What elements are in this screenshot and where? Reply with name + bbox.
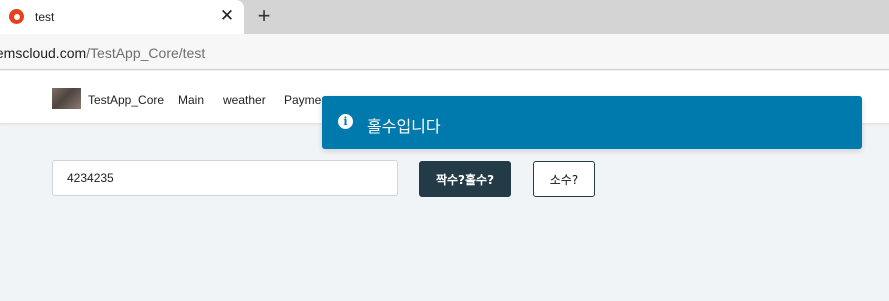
prime-check-button[interactable]: 소수? <box>533 161 595 197</box>
nav-item-weather[interactable]: weather <box>223 93 266 107</box>
toast-message: 홀수입니다 <box>367 117 441 136</box>
url-text[interactable]: temscloud.com/TestApp_Core/test <box>0 45 205 61</box>
toast-notification[interactable]: i 홀수입니다 <box>322 96 862 149</box>
brand-link[interactable]: TestApp_Core <box>88 93 164 107</box>
close-tab-icon[interactable]: ✕ <box>219 7 235 24</box>
new-tab-icon[interactable]: + <box>254 5 274 27</box>
url-path: /TestApp_Core/test <box>86 45 206 61</box>
favicon-icon <box>9 9 24 24</box>
number-input[interactable] <box>52 160 398 196</box>
address-bar[interactable]: temscloud.com/TestApp_Core/test <box>0 34 889 70</box>
url-host: temscloud.com <box>0 45 87 61</box>
info-icon: i <box>338 114 353 129</box>
browser-tab-bar: test ✕ + <box>0 0 889 34</box>
parity-check-button[interactable]: 짝수?홀수? <box>419 161 511 197</box>
nav-item-main[interactable]: Main <box>178 93 204 107</box>
tab-title: test <box>35 10 55 24</box>
browser-tab[interactable]: test ✕ <box>0 0 244 34</box>
brand-logo[interactable] <box>52 88 81 109</box>
